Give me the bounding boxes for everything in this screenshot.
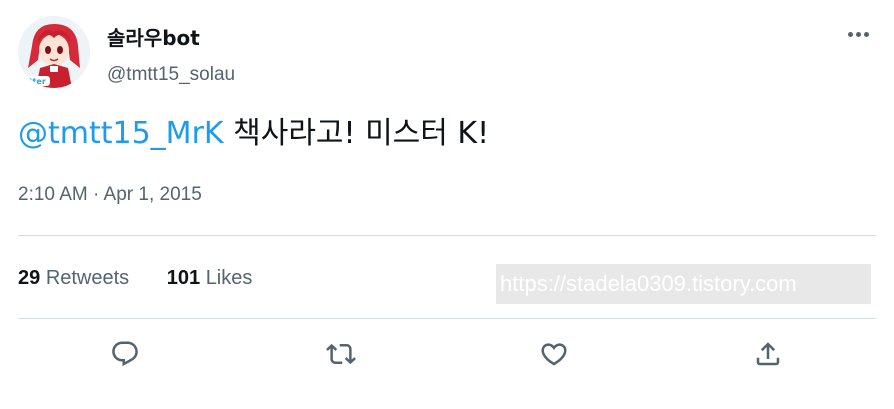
like-button[interactable] [534,334,574,374]
divider-top [18,235,876,236]
share-button[interactable] [748,334,788,374]
retweets-count: 29 [18,267,41,289]
retweet-icon [326,343,356,365]
svg-text:itter: itter [26,77,46,86]
likes-count: 101 [166,267,201,289]
anime-character-avatar-icon: itter [18,16,90,88]
likes-label: Likes [205,267,253,289]
reply-button[interactable] [105,334,145,374]
action-bar [0,334,894,374]
watermark: https://stadela0309.tistory.com [496,264,871,304]
more-options-icon[interactable] [844,20,872,48]
share-icon [756,342,780,366]
retweet-button[interactable] [321,334,361,374]
retweets-label: Retweets [45,267,130,289]
tweet-header: itter 솔라우bot @tmtt15_solau [18,16,876,92]
tweet-text: @tmtt15_MrK 책사라고! 미스터 K! [18,114,489,154]
retweets-stat[interactable]: 29 Retweets [18,265,129,291]
timestamp-link[interactable]: 2:10 AM · Apr 1, 2015 [18,184,202,205]
tweet-body: 책사라고! 미스터 K! [223,116,490,151]
tweet-timestamp[interactable]: 2:10 AM · Apr 1, 2015 [18,183,202,207]
divider-bottom [18,318,876,319]
mention-link[interactable]: @tmtt15_MrK [18,116,224,151]
avatar[interactable]: itter [18,16,90,88]
heart-icon [541,343,567,366]
display-name[interactable]: 솔라우bot [107,26,235,50]
tweet-stats: 29 Retweets 101 Likes [18,265,284,291]
user-handle[interactable]: @tmtt15_solau [107,64,235,86]
reply-icon [112,341,138,367]
likes-stat[interactable]: 101 Likes [167,265,253,291]
